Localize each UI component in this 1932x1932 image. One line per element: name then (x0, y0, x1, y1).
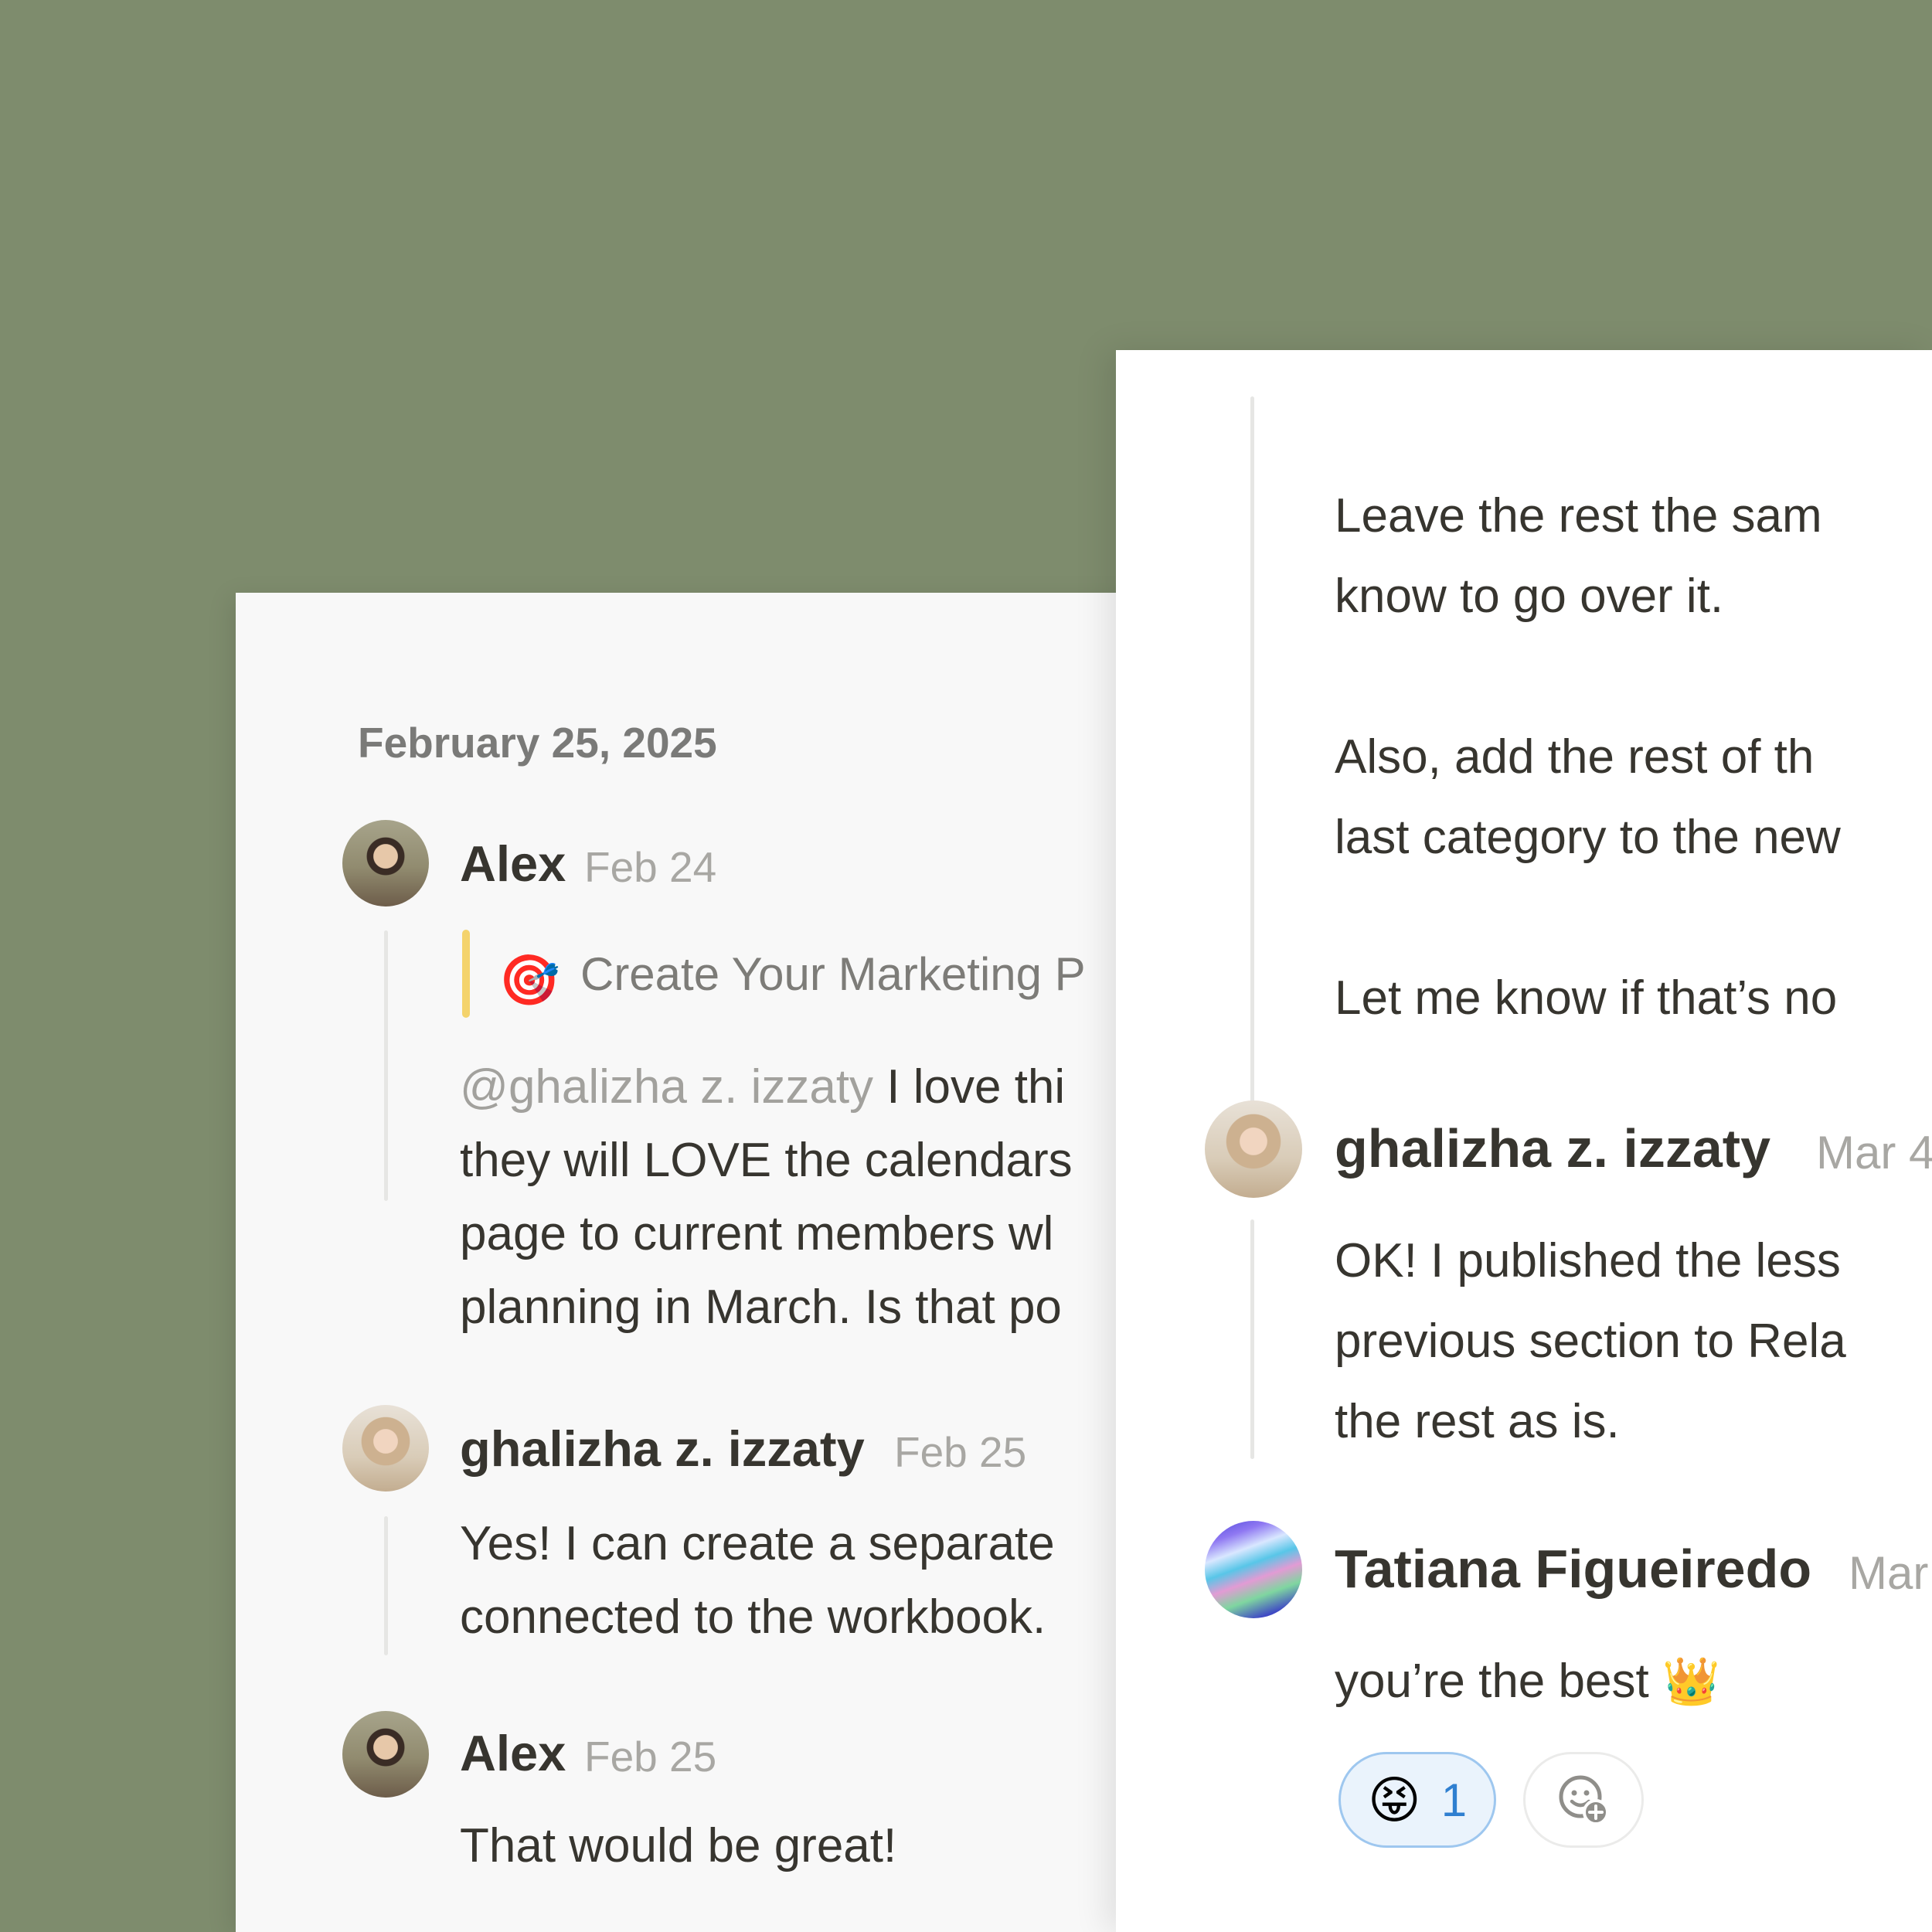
comment-text-line: page to current members wl (460, 1207, 1054, 1260)
comment-timestamp[interactable]: Feb 25 (894, 1427, 1026, 1477)
comment-timestamp[interactable]: Feb 25 (584, 1732, 716, 1781)
comment-text-line: previous section to Rela (1335, 1315, 1846, 1368)
comment-author[interactable]: Alex (460, 835, 566, 893)
comment-text-line: planning in March. Is that po (460, 1281, 1062, 1334)
add-reaction-button[interactable] (1523, 1752, 1644, 1848)
comment-text-line: Leave the rest the sam (1335, 489, 1822, 543)
comment-author[interactable]: ghalizha z. izzaty (1335, 1117, 1770, 1179)
comment-author[interactable]: Tatiana Figueiredo (1335, 1538, 1811, 1600)
comment-text-line: Yes! I can create a separate (460, 1517, 1055, 1570)
comment-author[interactable]: ghalizha z. izzaty (460, 1420, 865, 1478)
reaction-count: 1 (1440, 1774, 1468, 1826)
comment-text-line: That would be great! (460, 1819, 897, 1872)
comment-text-line: last category to the new (1335, 811, 1841, 864)
comment-text-line: connected to the workbook. (460, 1590, 1046, 1644)
date-separator: February 25, 2025 (358, 719, 717, 767)
comment-body: @ghalizha z. izzaty I love thi (460, 1050, 1065, 1124)
avatar-ghalizha[interactable] (342, 1405, 429, 1492)
comment-timestamp[interactable]: Mar 4 (1816, 1126, 1932, 1179)
comment-author[interactable]: Alex (460, 1724, 566, 1782)
comment-timestamp[interactable]: Mar (1849, 1546, 1928, 1600)
target-icon: 🎯 (498, 952, 560, 1008)
tongue-out-emoji-icon: 😝 (1367, 1771, 1421, 1828)
comment-timestamp[interactable]: Feb 24 (584, 842, 716, 892)
avatar-ghalizha[interactable] (1205, 1100, 1302, 1198)
comment-text-line: they will LOVE the calendars (460, 1134, 1073, 1187)
reaction-pill[interactable]: 😝 1 (1338, 1752, 1496, 1848)
thread-line (1250, 396, 1254, 1119)
comment-text-line: know to go over it. (1335, 570, 1724, 623)
comment-text-line: you’re the best (1335, 1655, 1649, 1708)
user-mention[interactable]: @ghalizha z. izzaty (460, 1060, 873, 1114)
comment-thread-panel-left: February 25, 2025 Alex Feb 24 🎯 Create Y… (236, 593, 1240, 1932)
quoted-page-link[interactable]: Create Your Marketing P (580, 947, 1086, 1001)
comment-text-line: I love thi (873, 1060, 1066, 1114)
avatar-tatiana[interactable] (1205, 1521, 1302, 1618)
thread-line (1250, 1219, 1254, 1459)
comment-text-line: the rest as is. (1335, 1395, 1620, 1448)
quote-bar (462, 930, 470, 1018)
thread-line (384, 1516, 388, 1655)
comment-text-line: Also, add the rest of th (1335, 730, 1815, 784)
crown-icon: 👑 (1662, 1655, 1720, 1707)
comment-text: you’re the best 👑 (1335, 1641, 1720, 1722)
comment-text-line: OK! I published the less (1335, 1234, 1841, 1287)
avatar-alex[interactable] (342, 820, 429, 906)
avatar-alex[interactable] (342, 1711, 429, 1798)
thread-line (384, 930, 388, 1201)
comment-thread-panel-right: Leave the rest the sam know to go over i… (1116, 350, 1932, 1932)
comment-text-line: Let me know if that’s no (1335, 971, 1838, 1025)
add-emoji-icon (1559, 1775, 1609, 1825)
